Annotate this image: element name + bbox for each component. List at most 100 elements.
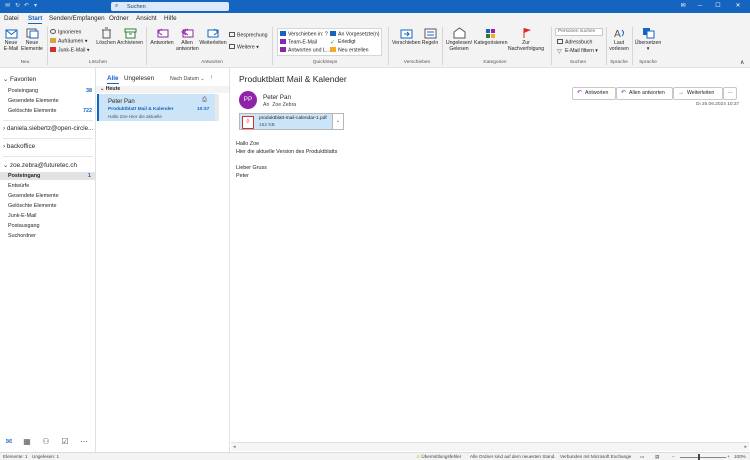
folder-sent[interactable]: Gesendete Elemente xyxy=(8,193,94,199)
folder-search[interactable]: Suchordner xyxy=(8,233,94,239)
normal-view-icon[interactable]: ▭ xyxy=(640,454,644,460)
minimize-button[interactable]: ─ xyxy=(695,2,705,11)
categorize-icon xyxy=(485,29,495,38)
rules-icon xyxy=(424,28,436,39)
folder-drafts[interactable]: Entwürfe xyxy=(8,183,94,189)
email-date: Di 25.06.2024 10:37 xyxy=(696,102,740,107)
reply-arrow-icon: ↶ xyxy=(577,90,583,96)
email-sender[interactable]: Peter Pan xyxy=(263,94,291,101)
zoom-slider-thumb[interactable] xyxy=(698,454,700,460)
archive-button[interactable]: Archivieren xyxy=(117,27,143,46)
mail-module-icon[interactable]: ✉ xyxy=(4,437,14,447)
list-scrollbar[interactable] xyxy=(215,94,219,121)
folder-junk[interactable]: Junk-E-Mail xyxy=(8,213,94,219)
sort-dropdown[interactable]: Nach Datum ⌄ xyxy=(170,76,205,82)
close-button[interactable]: ✕ xyxy=(733,2,743,11)
attachment-card[interactable]: ⚲ produktblatt-mail-calendar-1.pdf 162 K… xyxy=(239,113,344,130)
unread-read-button[interactable]: Ungelesen/ Gelesen xyxy=(445,27,473,52)
more-modules-icon[interactable]: ⋯ xyxy=(79,437,89,447)
qs-reply-delete[interactable]: Antworten und L... xyxy=(280,47,330,54)
new-items-button[interactable]: Neue Elemente xyxy=(21,27,43,52)
folder-deleted[interactable]: Gelöschte Elemente xyxy=(8,203,94,209)
maximize-button[interactable]: ☐ xyxy=(713,2,723,11)
account-zoe[interactable]: ⌄ zoe.zebra@futuretec.ch xyxy=(3,162,77,169)
menu-datei[interactable]: Datei xyxy=(4,15,19,22)
delete-button[interactable]: Löschen xyxy=(96,27,116,46)
folder-outbox[interactable]: Postausgang xyxy=(8,223,94,229)
collapse-ribbon-button[interactable]: ∧ xyxy=(740,60,744,66)
attachment-size: 162 KB xyxy=(259,123,275,128)
reading-view-icon[interactable]: ▤ xyxy=(655,454,659,460)
reply-button-pane[interactable]: ↶ Antworten xyxy=(572,87,616,100)
read-aloud-button[interactable]: A Laut vorlesen xyxy=(609,27,629,52)
reply-button[interactable]: Antworten xyxy=(149,27,175,46)
zoom-in-button[interactable]: + xyxy=(727,454,730,459)
avatar[interactable]: PP xyxy=(239,91,257,109)
group-header-today[interactable]: ⌄ Heute xyxy=(96,86,229,93)
status-connection: Verbunden mit Microsoft Exchange xyxy=(560,454,632,459)
scroll-left-icon[interactable]: ◂ xyxy=(233,444,236,450)
email-body-line: Peter xyxy=(236,173,249,179)
qs-to-manager[interactable]: An Vorgesetzte(n) xyxy=(330,31,380,38)
menu-senden-empfangen[interactable]: Senden/Empfangen xyxy=(49,15,105,22)
pdf-file-icon: ⚲ xyxy=(242,116,254,129)
qs-create-new[interactable]: Neu erstellen xyxy=(330,47,369,54)
zoom-level[interactable]: 100% xyxy=(734,454,746,459)
followup-button[interactable]: Zur Nachverfolgung xyxy=(507,27,545,52)
move-button[interactable]: Verschieben xyxy=(392,27,421,46)
menu-ordner[interactable]: Ordner xyxy=(109,15,129,22)
search-input[interactable]: ⌕ Suchen xyxy=(111,2,229,11)
more-actions-button[interactable]: ⋯ xyxy=(723,87,737,100)
calendar-module-icon[interactable]: ▦ xyxy=(22,437,32,447)
zoom-slider[interactable] xyxy=(680,456,726,458)
account-backoffice[interactable]: › backoffice xyxy=(3,143,35,150)
menu-hilfe[interactable]: Hilfe xyxy=(164,15,177,22)
rules-button[interactable]: Regeln xyxy=(421,27,439,46)
attachment-dropdown-icon[interactable]: ⌄ xyxy=(332,114,343,129)
reply-all-arrow-icon: ↶ xyxy=(621,90,627,96)
address-book-button[interactable]: Adressbuch xyxy=(557,39,592,46)
cleanup-button[interactable]: Aufräumen ▾ xyxy=(50,38,87,45)
divider xyxy=(442,27,443,65)
reply-all-button[interactable]: Allen antworten xyxy=(176,27,199,52)
people-module-icon[interactable]: ⚇ xyxy=(41,437,51,447)
people-search-input[interactable]: Personen suchen xyxy=(555,28,603,36)
mail-icon[interactable]: ✉ xyxy=(678,2,688,11)
menu-ansicht[interactable]: Ansicht xyxy=(136,15,157,22)
qs-done[interactable]: ✓ Erledigt xyxy=(330,39,356,46)
menu-start[interactable]: Start xyxy=(28,15,43,24)
new-email-button[interactable]: Neue E-Mail xyxy=(3,27,19,52)
message-item[interactable]: Peter Pan ⎙ Produktblatt Mail & Kalender… xyxy=(97,94,215,121)
flag-icon xyxy=(523,28,531,38)
fav-inbox[interactable]: Posteingang 38 xyxy=(8,88,94,94)
tab-unread[interactable]: Ungelesen xyxy=(124,75,154,82)
forward-button[interactable]: Weiterleiten xyxy=(199,27,227,46)
translate-button[interactable]: Übersetzen ▾ xyxy=(634,27,662,52)
cleanup-icon xyxy=(50,38,56,43)
account-daniela[interactable]: › daniela.siebertz@open-circle... xyxy=(3,125,93,132)
undo-icon[interactable]: ↶ xyxy=(23,3,30,10)
zoom-out-button[interactable]: − xyxy=(672,454,675,459)
status-warning[interactable]: ⚠ Übermittlungsfehler xyxy=(416,454,461,460)
customize-toolbar-icon[interactable]: ▾ xyxy=(32,3,39,10)
sync-icon[interactable]: ↻ xyxy=(14,3,21,10)
ignore-button[interactable]: Ignorieren xyxy=(50,29,81,36)
meeting-button[interactable]: Besprechung xyxy=(229,32,268,39)
fav-sent[interactable]: Gesendete Elemente xyxy=(8,98,94,104)
sort-direction-icon[interactable]: ↑ xyxy=(210,75,213,81)
forward-button-pane[interactable]: → Weiterleiten xyxy=(673,87,723,100)
tab-all[interactable]: Alle xyxy=(107,75,119,84)
categorize-button[interactable]: Kategorisieren xyxy=(474,27,507,46)
qs-move-to[interactable]: Verschieben in: ? xyxy=(280,31,328,38)
fav-deleted[interactable]: Gelöschte Elemente 722 xyxy=(8,108,94,114)
reply-all-button-pane[interactable]: ↶ Allen antworten xyxy=(616,87,673,100)
tasks-module-icon[interactable]: ☑ xyxy=(60,437,70,447)
horizontal-scrollbar[interactable]: ◂ ▸ xyxy=(231,442,749,451)
folder-inbox[interactable]: Posteingang 1 xyxy=(0,172,95,180)
qs-team-email[interactable]: Team-E-Mail xyxy=(280,39,317,46)
filter-email-button[interactable]: ▽ E-Mail filtern ▾ xyxy=(557,48,598,55)
favorites-header[interactable]: ⌄ Favoriten xyxy=(3,76,36,83)
scroll-right-icon[interactable]: ▸ xyxy=(744,444,747,450)
junk-button[interactable]: Junk-E-Mail ▾ xyxy=(50,47,89,54)
more-respond-button[interactable]: Weitere ▾ xyxy=(229,44,259,51)
